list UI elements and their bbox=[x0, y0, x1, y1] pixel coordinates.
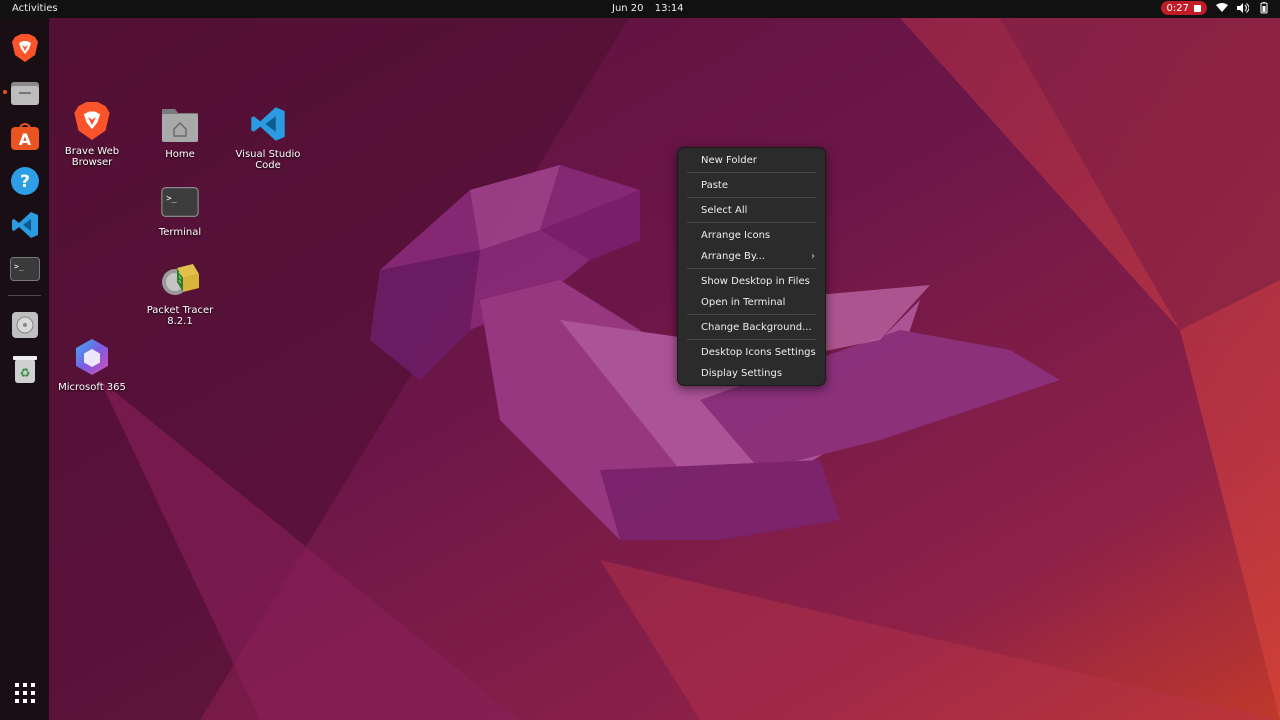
brave-icon bbox=[11, 33, 38, 62]
home-folder-icon bbox=[162, 109, 198, 142]
date-time-button[interactable]: Jun 20 13:14 bbox=[612, 3, 684, 14]
menu-item-arrange-by[interactable]: Arrange By... › bbox=[682, 247, 821, 267]
date-label: Jun 20 bbox=[612, 3, 644, 14]
dock: A ? >_ ♻ bbox=[0, 18, 49, 720]
trash-icon: ♻ bbox=[12, 355, 37, 383]
menu-separator bbox=[687, 172, 816, 173]
menu-item-display-settings[interactable]: Display Settings bbox=[682, 364, 821, 384]
wifi-icon bbox=[1216, 2, 1228, 14]
menu-separator bbox=[687, 339, 816, 340]
time-label: 13:14 bbox=[654, 3, 684, 14]
show-apps-icon bbox=[14, 682, 35, 703]
desktop-icon-brave[interactable]: Brave Web Browser bbox=[50, 99, 134, 168]
chevron-right-icon: › bbox=[811, 251, 815, 262]
menu-item-arrange-icons[interactable]: Arrange Icons bbox=[682, 226, 821, 246]
desktop-icon-label: Terminal bbox=[158, 227, 202, 238]
menu-item-select-all[interactable]: Select All bbox=[682, 201, 821, 221]
desktop-icon-label: Packet Tracer 8.2.1 bbox=[146, 305, 214, 327]
menu-item-open-in-terminal[interactable]: Open in Terminal bbox=[682, 293, 821, 313]
svg-text:>_: >_ bbox=[166, 194, 177, 204]
volume-icon bbox=[1237, 2, 1249, 14]
help-icon: ? bbox=[10, 166, 39, 195]
desktop-icon-label: Brave Web Browser bbox=[64, 146, 120, 168]
desktop-icon-microsoft-365[interactable]: Microsoft 365 bbox=[50, 335, 134, 393]
vscode-icon bbox=[11, 211, 38, 238]
dock-terminal[interactable]: >_ bbox=[8, 252, 41, 285]
dock-app-center[interactable]: A bbox=[8, 120, 41, 153]
files-icon bbox=[10, 81, 39, 105]
dock-vscode[interactable] bbox=[8, 208, 41, 241]
svg-text:A: A bbox=[18, 130, 31, 149]
activities-button[interactable]: Activities bbox=[12, 3, 58, 14]
menu-item-arrange-by-label: Arrange By... bbox=[701, 251, 765, 262]
desktop-context-menu: New Folder Paste Select All Arrange Icon… bbox=[677, 147, 826, 386]
running-indicator bbox=[3, 90, 7, 94]
desktop-icon-label: Microsoft 365 bbox=[58, 382, 126, 393]
disk-icon bbox=[11, 311, 38, 338]
svg-text:>_: >_ bbox=[14, 262, 24, 271]
desktop-icon-label: Visual Studio Code bbox=[235, 149, 301, 171]
dock-trash[interactable]: ♻ bbox=[8, 352, 41, 385]
dock-disk[interactable] bbox=[8, 308, 41, 341]
packet-tracer-icon bbox=[162, 264, 199, 295]
desktop-icon-label: Home bbox=[165, 149, 195, 160]
menu-item-desktop-icons-settings[interactable]: Desktop Icons Settings bbox=[682, 343, 821, 363]
app-center-icon: A bbox=[10, 122, 39, 150]
dock-brave[interactable] bbox=[8, 31, 41, 64]
screen-recording-indicator[interactable]: 0:27 bbox=[1160, 1, 1207, 15]
desktop-icon-terminal[interactable]: >_ Terminal bbox=[138, 180, 222, 238]
svg-text:?: ? bbox=[20, 172, 30, 192]
menu-separator bbox=[687, 197, 816, 198]
dock-show-apps[interactable] bbox=[8, 676, 41, 709]
menu-separator bbox=[687, 314, 816, 315]
microsoft-365-icon bbox=[76, 339, 108, 375]
desktop-icon-packet-tracer[interactable]: Packet Tracer 8.2.1 bbox=[138, 258, 222, 327]
stop-recording-icon bbox=[1194, 4, 1201, 12]
svg-text:♻: ♻ bbox=[19, 366, 30, 380]
desktop-icon-home[interactable]: Home bbox=[138, 102, 222, 160]
menu-item-new-folder[interactable]: New Folder bbox=[682, 151, 821, 171]
desktop-icon-vscode[interactable]: Visual Studio Code bbox=[226, 102, 310, 171]
menu-item-paste[interactable]: Paste bbox=[682, 176, 821, 196]
menu-separator bbox=[687, 268, 816, 269]
top-bar: Activities Jun 20 13:14 0:27 bbox=[0, 0, 1280, 18]
menu-item-change-background[interactable]: Change Background... bbox=[682, 318, 821, 338]
menu-separator bbox=[687, 222, 816, 223]
power-battery-icon bbox=[1258, 2, 1270, 14]
dock-files[interactable] bbox=[8, 76, 41, 109]
terminal-icon: >_ bbox=[9, 256, 40, 281]
vscode-icon bbox=[251, 107, 285, 141]
dock-help[interactable]: ? bbox=[8, 164, 41, 197]
menu-item-show-desktop-in-files[interactable]: Show Desktop in Files bbox=[682, 272, 821, 292]
brave-icon bbox=[74, 102, 110, 140]
recording-time: 0:27 bbox=[1166, 2, 1189, 14]
terminal-icon: >_ bbox=[161, 187, 199, 217]
system-tray[interactable]: 0:27 bbox=[1160, 1, 1270, 15]
dock-separator bbox=[8, 295, 41, 296]
